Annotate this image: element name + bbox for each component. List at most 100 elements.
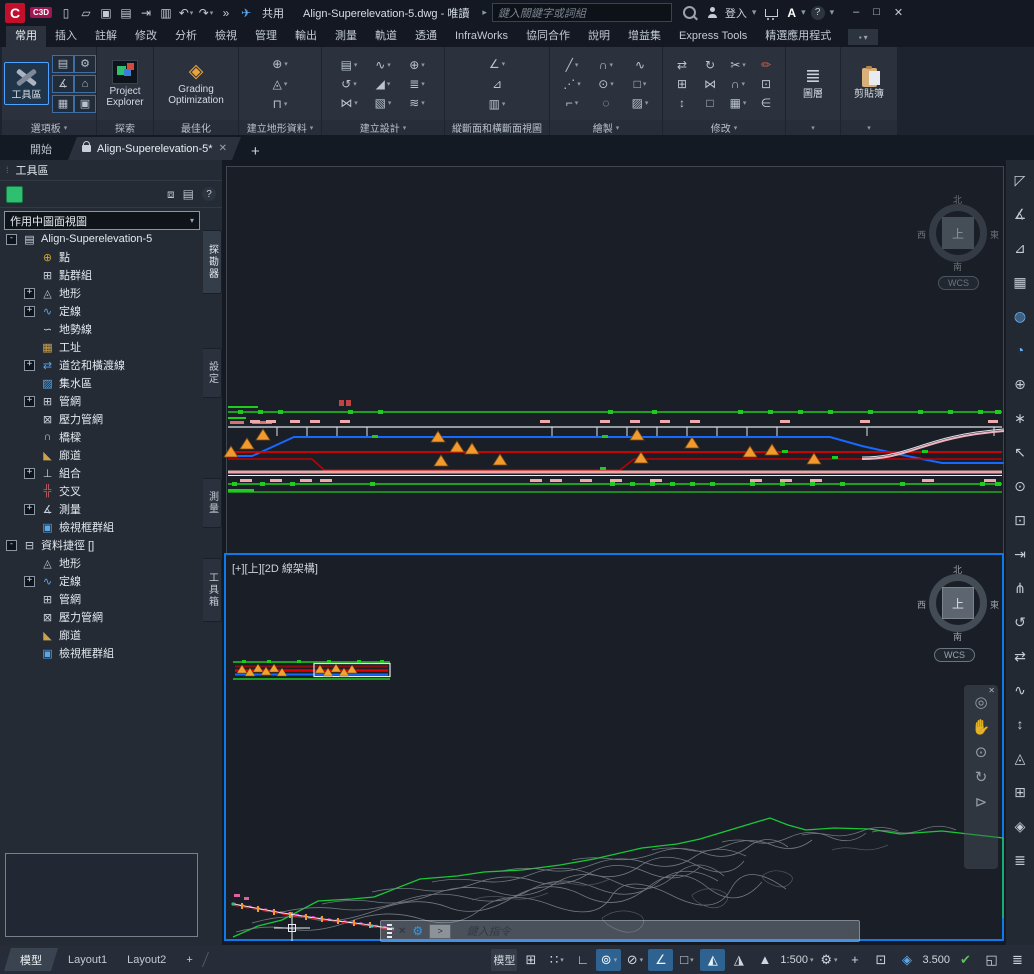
panel-label-palettes[interactable]: 選項板▾ — [2, 120, 96, 135]
ribbon-tab[interactable]: 檢視 — [206, 26, 246, 47]
navigation-wheel-icon[interactable]: ◎ — [974, 695, 987, 711]
ribbon-tab[interactable]: 管理 — [246, 26, 286, 47]
edit-polyline-icon[interactable]: ⊡ — [1008, 503, 1032, 537]
command-expand-icon[interactable]: ▲ — [844, 926, 853, 936]
rotate-icon[interactable]: ↻ — [697, 56, 724, 73]
user-icon[interactable] — [707, 7, 718, 18]
ribbon-tab[interactable]: 插入 — [46, 26, 86, 47]
alignment-icon[interactable]: ∿▾ — [367, 56, 399, 73]
start-tab[interactable]: 開始 — [16, 137, 66, 160]
command-line[interactable]: ✕ ⚙ > ▾ 鍵入指令 ▲ — [380, 920, 860, 942]
ellipse-icon[interactable]: ◌ — [590, 94, 622, 111]
select-similar-icon[interactable]: ⋔ — [1008, 571, 1032, 605]
point-style-icon[interactable]: ∗ — [1008, 401, 1032, 435]
osnap-tracking-icon[interactable]: ∠ — [648, 949, 673, 971]
annotation-monitor-icon[interactable]: + — [842, 949, 867, 971]
tree-expander[interactable]: + — [24, 360, 35, 371]
planning-analysis-icon[interactable]: ▦ — [1008, 265, 1032, 299]
rectangle-icon[interactable]: □▾ — [624, 75, 656, 92]
command-input[interactable]: 鍵入指令 — [467, 923, 511, 939]
tab-toolbox[interactable]: 工具箱 — [203, 558, 222, 622]
assembly-icon[interactable]: ⋈▾ — [333, 94, 365, 111]
ribbon-tab[interactable]: 軌道 — [366, 26, 406, 47]
ribbon-tab[interactable]: 分析 — [166, 26, 206, 47]
points-node[interactable]: ⊕ 點 — [2, 248, 201, 266]
panel-label-profile[interactable]: 縱斷面和橫斷面視圖 — [445, 120, 549, 135]
ds-surfaces-node[interactable]: ◬ 地形 — [2, 554, 201, 572]
signin-caret-icon[interactable]: ▾ — [752, 7, 757, 18]
intersection-icon[interactable]: ⊕▾ — [401, 56, 433, 73]
pan-icon[interactable]: ✋ — [972, 720, 991, 736]
ds-pipe-networks-node[interactable]: ⊞ 管網 — [2, 590, 201, 608]
view-selector-dropdown[interactable]: 作用中圖面視圖▾ — [4, 211, 200, 230]
share-label[interactable]: 共用 — [262, 5, 284, 21]
fillet-icon[interactable]: ∩▾ — [725, 75, 752, 92]
viewport-top[interactable] — [226, 166, 1004, 554]
ribbon-tab[interactable]: 測量 — [326, 26, 366, 47]
view-frame-groups-node[interactable]: ▣ 檢視框群組 — [2, 518, 201, 536]
scale-icon[interactable]: □ — [697, 94, 724, 111]
spline-icon[interactable]: ⌐▾ — [556, 94, 588, 111]
command-caret-icon[interactable]: ▾ — [457, 927, 461, 935]
ds-corridors-node[interactable]: ◣ 廊道 — [2, 626, 201, 644]
panel-label-draw[interactable]: 繪製▾ — [550, 120, 662, 135]
project-explorer-button[interactable]: Project Explorer — [100, 57, 150, 111]
active-drawing-icon[interactable] — [6, 186, 23, 203]
assemblies-node[interactable]: + ⊥ 組合 — [2, 464, 201, 482]
ribbon-tab[interactable]: 常用 — [6, 26, 46, 47]
pipe-networks-node[interactable]: + ⊞ 管網 — [2, 392, 201, 410]
ribbon-tab[interactable]: Express Tools — [670, 26, 756, 47]
graphics-performance-icon[interactable]: ✔ — [953, 949, 978, 971]
help-icon[interactable]: ? — [811, 6, 825, 20]
autodesk-caret-icon[interactable]: ▾ — [801, 7, 806, 18]
trim-icon[interactable]: ✂▾ — [725, 56, 752, 73]
isometric-drafting-icon[interactable]: ⊘▾ — [622, 949, 647, 971]
panel-label-optimize[interactable]: 最佳化 — [154, 120, 238, 135]
qnew-icon[interactable]: ▯ — [57, 4, 75, 22]
wcs-menu-bottom[interactable]: WCS — [934, 648, 975, 662]
minimize-button[interactable]: – — [853, 6, 859, 19]
title-arrow-icon[interactable]: ▸ — [482, 7, 487, 18]
survey-node[interactable]: + ∡ 測量 — [2, 500, 201, 518]
save-icon[interactable]: ▣ — [97, 4, 115, 22]
plot-icon[interactable]: ▥ — [157, 4, 175, 22]
snap-mode-icon[interactable]: ∷▾ — [544, 949, 569, 971]
ribbon-tab[interactable]: 輸出 — [286, 26, 326, 47]
intersections-node[interactable]: ╬ 交叉 — [2, 482, 201, 500]
stretch-icon[interactable]: ↕ — [669, 94, 696, 111]
close-button[interactable]: ✕ — [894, 6, 903, 19]
section-views-icon[interactable]: ▥▾ — [485, 95, 509, 112]
tree-expander[interactable]: + — [24, 504, 35, 515]
undo-icon[interactable]: ↶▾ — [177, 4, 195, 22]
tab-survey[interactable]: 測量 — [203, 478, 222, 528]
panel-label-layers[interactable]: ▾ — [786, 120, 840, 135]
signin-label[interactable]: 登入 — [725, 5, 747, 21]
ribbon-tab[interactable]: 修改 — [126, 26, 166, 47]
move-icon[interactable]: ⇄ — [669, 56, 696, 73]
grid-tool-icon[interactable]: ⊞ — [1008, 775, 1032, 809]
copy-tool-icon[interactable]: ⇄ — [1008, 639, 1032, 673]
sites-node[interactable]: ▦ 工址 — [2, 338, 201, 356]
ribbon-tab[interactable]: 註解 — [86, 26, 126, 47]
palette-grip[interactable]: ⁞ — [6, 165, 10, 175]
drawing-tab[interactable]: Align-Superelevation-5* ✕ — [68, 137, 241, 160]
curve-tool-icon[interactable]: ∿ — [1008, 673, 1032, 707]
command-history-icon[interactable]: > — [429, 924, 451, 939]
toolspace-button[interactable]: 工具區 — [4, 62, 49, 105]
corridor-icon[interactable]: ▧▾ — [367, 94, 399, 111]
panel-label-modify[interactable]: 修改▾ — [663, 120, 785, 135]
viewport-bottom-active[interactable] — [224, 553, 1004, 941]
drawing-node[interactable]: - ▤ Align-Superelevation-5 — [2, 230, 201, 248]
tab-settings[interactable]: 設定 — [203, 348, 222, 398]
properties-palette-icon[interactable]: ▣ — [74, 95, 96, 113]
tree-expander[interactable]: - — [6, 234, 17, 245]
search-icon[interactable] — [683, 6, 696, 19]
select-point-icon[interactable]: ↖ — [1008, 435, 1032, 469]
pressure-networks-node[interactable]: ⊠ 壓力管網 — [2, 410, 201, 428]
survey-import-icon[interactable]: ⊓▾ — [268, 95, 292, 112]
new-drawing-tab-button[interactable]: + — [243, 143, 268, 160]
grading-optimization-button[interactable]: ◈ Grading Optimization — [171, 59, 221, 109]
toolspace-title-bar[interactable]: ⁞ 工具區 — [0, 160, 222, 181]
ds-view-frame-groups-node[interactable]: ▣ 檢視框群組 — [2, 644, 201, 662]
offset-tool-icon[interactable]: ↺ — [1008, 605, 1032, 639]
